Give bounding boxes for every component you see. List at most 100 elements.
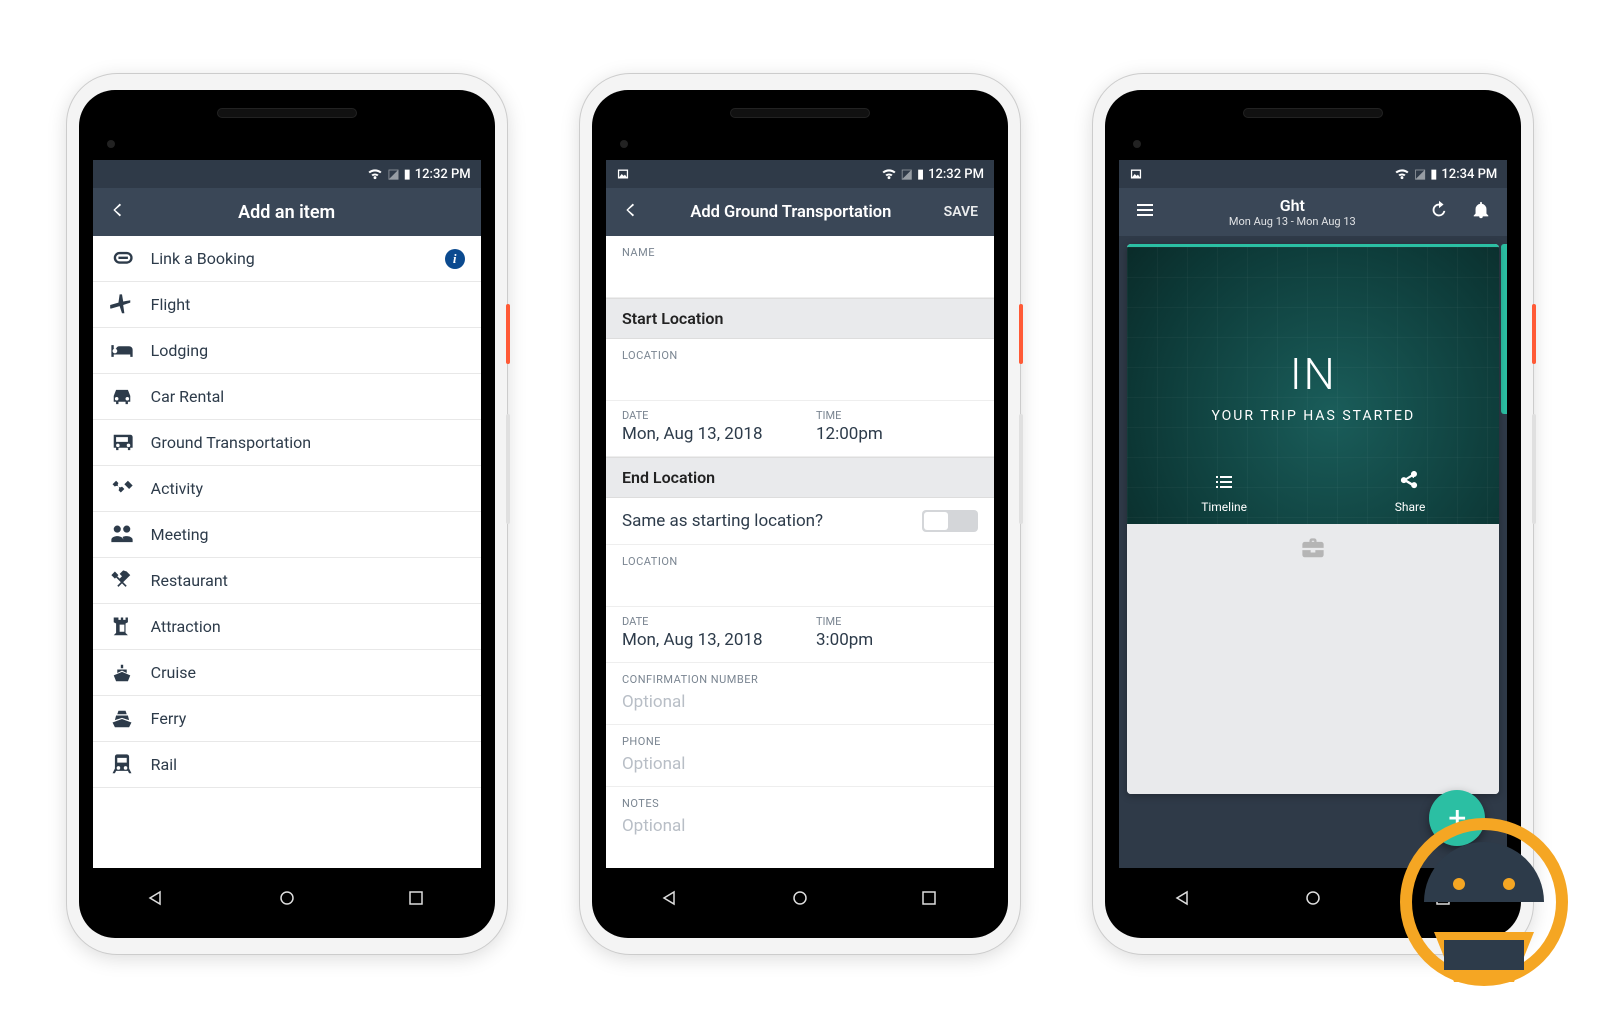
list-item[interactable]: Rail <box>93 742 481 788</box>
briefcase-icon <box>1300 536 1326 566</box>
status-bar: ◪ ▮ 12:34 PM <box>1119 160 1507 188</box>
start-date-field[interactable]: DATE Mon, Aug 13, 2018 <box>606 401 800 456</box>
list-item[interactable]: Restaurant <box>93 558 481 604</box>
start-time-field[interactable]: TIME 12:00pm <box>800 401 994 456</box>
app-bar: Add Ground Transportation SAVE <box>606 188 994 236</box>
list-item[interactable]: Activity <box>93 466 481 512</box>
plane-icon <box>109 292 151 318</box>
image-icon <box>616 167 630 181</box>
trip-title: Ght <box>1171 196 1413 215</box>
list-item[interactable]: Car Rental <box>93 374 481 420</box>
save-button[interactable]: SAVE <box>938 204 984 220</box>
start-location-header: Start Location <box>606 298 994 339</box>
hero-title: IN <box>1290 348 1337 400</box>
nav-home-button[interactable] <box>789 887 811 913</box>
same-as-start-row: Same as starting location? <box>606 498 994 545</box>
list-item[interactable]: Ground Transportation <box>93 420 481 466</box>
signal-icon: ◪ <box>1414 167 1426 182</box>
phone-1: ◪ ▮ 12:32 PM Add an item Link a Bookingi… <box>67 74 507 954</box>
phone-speaker <box>730 108 870 118</box>
same-as-start-toggle[interactable] <box>922 510 978 532</box>
name-input[interactable] <box>606 263 994 298</box>
start-date-value: Mon, Aug 13, 2018 <box>622 424 784 444</box>
list-item[interactable]: Attraction <box>93 604 481 650</box>
phone-camera <box>1133 140 1141 148</box>
list-item[interactable]: Cruise <box>93 650 481 696</box>
refresh-button[interactable] <box>1423 200 1455 224</box>
notifications-button[interactable] <box>1465 200 1497 224</box>
end-date-field[interactable]: DATE Mon, Aug 13, 2018 <box>606 607 800 662</box>
nav-back-button[interactable] <box>660 887 682 913</box>
page-title: Add Ground Transportation <box>654 203 928 222</box>
trip-hero: IN YOUR TRIP HAS STARTED Timeline Share <box>1127 244 1499 524</box>
timeline-icon <box>1213 471 1235 496</box>
list-item-label: Lodging <box>151 341 465 360</box>
end-date-value: Mon, Aug 13, 2018 <box>622 630 784 650</box>
list-item-label: Flight <box>151 295 465 314</box>
nav-back-button[interactable] <box>1173 887 1195 913</box>
info-icon[interactable]: i <box>445 249 465 269</box>
date-label: DATE <box>622 615 784 628</box>
tower-icon <box>109 614 151 640</box>
phone-camera <box>107 140 115 148</box>
nav-home-button[interactable] <box>276 887 298 913</box>
start-time-value: 12:00pm <box>816 424 978 444</box>
list-item-label: Rail <box>151 755 465 774</box>
list-item-label: Cruise <box>151 663 465 682</box>
wifi-icon <box>881 166 897 182</box>
confirmation-input[interactable]: Optional <box>606 690 994 725</box>
time-label: TIME <box>816 409 978 422</box>
list-item[interactable]: Link a Bookingi <box>93 236 481 282</box>
nav-recent-button[interactable] <box>405 887 427 913</box>
back-button[interactable] <box>103 200 131 224</box>
end-location-input[interactable] <box>606 572 994 607</box>
name-label: NAME <box>606 236 994 263</box>
android-navbar <box>1119 876 1507 924</box>
confirmation-label: CONFIRMATION NUMBER <box>606 663 994 690</box>
start-location-input[interactable] <box>606 366 994 401</box>
timeline-label: Timeline <box>1201 500 1247 514</box>
end-time-field[interactable]: TIME 3:00pm <box>800 607 994 662</box>
end-location-label: LOCATION <box>606 545 994 572</box>
phone-power-button <box>1532 304 1536 364</box>
time-label: TIME <box>816 615 978 628</box>
phone-3: ◪ ▮ 12:34 PM Ght Mon Aug 13 - Mon Aug 13 <box>1093 74 1533 954</box>
nav-recent-button[interactable] <box>918 887 940 913</box>
phone-input[interactable]: Optional <box>606 752 994 787</box>
battery-icon: ▮ <box>1430 167 1437 182</box>
back-button[interactable] <box>616 200 644 224</box>
trip-content: IN YOUR TRIP HAS STARTED Timeline Share <box>1119 236 1507 868</box>
share-icon <box>1399 471 1421 496</box>
notes-label: NOTES <box>606 787 994 814</box>
timeline-button[interactable]: Timeline <box>1201 471 1247 514</box>
android-navbar <box>93 876 481 924</box>
list-item-label: Car Rental <box>151 387 465 406</box>
list-item[interactable]: Flight <box>93 282 481 328</box>
add-fab[interactable]: + <box>1429 790 1485 846</box>
nav-recent-button[interactable] <box>1432 887 1454 913</box>
status-time: 12:32 PM <box>928 167 984 182</box>
same-as-start-label: Same as starting location? <box>622 511 823 531</box>
battery-icon: ▮ <box>404 167 411 182</box>
list-item[interactable]: Meeting <box>93 512 481 558</box>
ship-icon <box>109 660 151 686</box>
list-item[interactable]: Ferry <box>93 696 481 742</box>
end-location-header: End Location <box>606 457 994 498</box>
trip-body <box>1127 524 1499 794</box>
bed-icon <box>109 338 151 364</box>
share-button[interactable]: Share <box>1395 471 1426 514</box>
nav-home-button[interactable] <box>1302 887 1324 913</box>
list-item[interactable]: Lodging <box>93 328 481 374</box>
car-icon <box>109 384 151 410</box>
phone-2: ◪ ▮ 12:32 PM Add Ground Transportation S… <box>580 74 1020 954</box>
page-title: Add an item <box>141 202 433 223</box>
bus-icon <box>109 430 151 456</box>
menu-button[interactable] <box>1129 199 1161 225</box>
list-item-label: Meeting <box>151 525 465 544</box>
notes-input[interactable]: Optional <box>606 814 994 848</box>
signal-icon: ◪ <box>387 167 399 182</box>
nav-back-button[interactable] <box>146 887 168 913</box>
phone-power-button <box>1019 304 1023 364</box>
list-item-label: Link a Booking <box>151 249 445 268</box>
wifi-icon <box>367 166 383 182</box>
